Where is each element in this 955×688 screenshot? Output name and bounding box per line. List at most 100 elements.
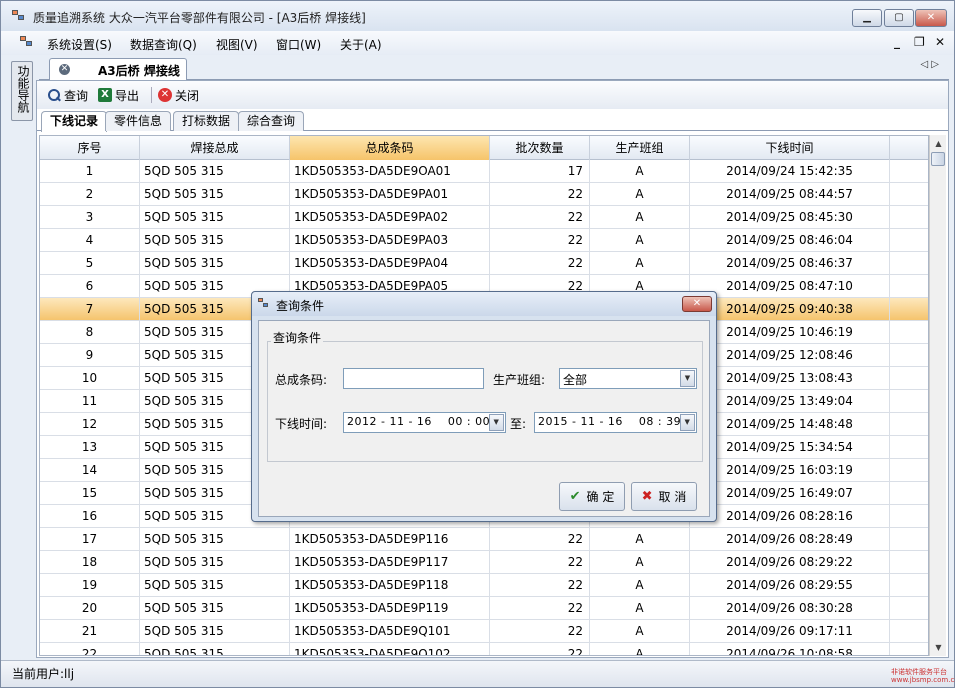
cell-offline-time[interactable]: 2014/09/25 13:08:43	[690, 367, 890, 390]
cell-batch-qty[interactable]: 22	[490, 597, 590, 620]
mdi-minimize-icon[interactable]: _	[894, 35, 900, 49]
cell-barcode[interactable]: 1KD505353-DA5DE9PA02	[290, 206, 490, 229]
cell-index[interactable]: 6	[40, 275, 140, 298]
barcode-input[interactable]	[343, 368, 484, 389]
ok-button[interactable]: ✔ 确 定	[559, 482, 625, 511]
cell-index[interactable]: 11	[40, 390, 140, 413]
table-row[interactable]: 22 5QD 505 315 1KD505353-DA5DE9Q102 22 A 2014…	[40, 643, 928, 655]
cell-barcode[interactable]: 1KD505353-DA5DE9PA04	[290, 252, 490, 275]
cell-batch-qty[interactable]: 17	[490, 160, 590, 183]
cell-team[interactable]: A	[590, 206, 690, 229]
table-row[interactable]: 1 5QD 505 315 1KD505353-DA5DE9OA01 17 A 2014/…	[40, 160, 928, 183]
menu-data-query[interactable]: 数据查询(Q)	[130, 36, 197, 53]
cell-team[interactable]: A	[590, 528, 690, 551]
cell-offline-time[interactable]: 2014/09/25 12:08:46	[690, 344, 890, 367]
cell-offline-time[interactable]: 2014/09/25 08:45:30	[690, 206, 890, 229]
function-navigation-tab[interactable]: 功能导航	[11, 61, 33, 121]
cell-index[interactable]: 12	[40, 413, 140, 436]
cancel-button[interactable]: ✖ 取 消	[631, 482, 697, 511]
cell-assembly[interactable]: 5QD 505 315	[140, 551, 290, 574]
cell-index[interactable]: 1	[40, 160, 140, 183]
cell-offline-time[interactable]: 2014/09/26 10:08:58	[690, 643, 890, 655]
table-row[interactable]: 17 5QD 505 315 1KD505353-DA5DE9P116 22 A 2014…	[40, 528, 928, 551]
cell-team[interactable]: A	[590, 252, 690, 275]
start-date-picker[interactable]: 2012 - 11 - 16 00 : 00 ▼	[343, 412, 506, 433]
menu-about[interactable]: 关于(A)	[340, 36, 382, 53]
menu-view[interactable]: 视图(V)	[216, 36, 258, 53]
cell-offline-time[interactable]: 2014/09/25 16:03:19	[690, 459, 890, 482]
cell-index[interactable]: 19	[40, 574, 140, 597]
cell-index[interactable]: 10	[40, 367, 140, 390]
minimize-button[interactable]: ▁	[852, 9, 882, 27]
cell-barcode[interactable]: 1KD505353-DA5DE9P116	[290, 528, 490, 551]
cell-index[interactable]: 13	[40, 436, 140, 459]
col-header-assembly[interactable]: 焊接总成	[140, 136, 290, 160]
col-header-batch-qty[interactable]: 批次数量	[490, 136, 590, 160]
col-header-offline-time[interactable]: 下线时间	[690, 136, 890, 160]
cell-batch-qty[interactable]: 22	[490, 252, 590, 275]
cell-offline-time[interactable]: 2014/09/24 15:42:35	[690, 160, 890, 183]
tab-offline-records[interactable]: 下线记录	[41, 111, 108, 132]
col-header-index[interactable]: 序号	[40, 136, 140, 160]
cell-index[interactable]: 9	[40, 344, 140, 367]
cell-batch-qty[interactable]: 22	[490, 574, 590, 597]
cell-index[interactable]: 2	[40, 183, 140, 206]
cell-index[interactable]: 22	[40, 643, 140, 655]
cell-team[interactable]: A	[590, 551, 690, 574]
cell-offline-time[interactable]: 2014/09/25 08:46:37	[690, 252, 890, 275]
grid-scrollbar[interactable]: ▲ ▼	[929, 135, 946, 656]
cell-offline-time[interactable]: 2014/09/26 08:28:16	[690, 505, 890, 528]
cell-offline-time[interactable]: 2014/09/26 08:30:28	[690, 597, 890, 620]
cell-barcode[interactable]: 1KD505353-DA5DE9P118	[290, 574, 490, 597]
scroll-down-icon[interactable]: ▼	[930, 639, 947, 656]
cell-barcode[interactable]: 1KD505353-DA5DE9Q101	[290, 620, 490, 643]
tab-marking-data[interactable]: 打标数据	[173, 111, 240, 131]
close-window-button[interactable]: ✕	[915, 9, 947, 27]
tab-part-info[interactable]: 零件信息	[105, 111, 172, 131]
chevron-down-icon[interactable]: ▼	[489, 414, 504, 431]
cell-barcode[interactable]: 1KD505353-DA5DE9P119	[290, 597, 490, 620]
cell-batch-qty[interactable]: 22	[490, 229, 590, 252]
cell-team[interactable]: A	[590, 597, 690, 620]
cell-index[interactable]: 4	[40, 229, 140, 252]
query-button[interactable]: 查询	[47, 87, 88, 103]
cell-team[interactable]: A	[590, 160, 690, 183]
col-header-team[interactable]: 生产班组	[590, 136, 690, 160]
table-row[interactable]: 20 5QD 505 315 1KD505353-DA5DE9P119 22 A 2014…	[40, 597, 928, 620]
cell-assembly[interactable]: 5QD 505 315	[140, 183, 290, 206]
cell-index[interactable]: 20	[40, 597, 140, 620]
dialog-title-bar[interactable]: 查询条件 ✕	[252, 292, 716, 316]
cell-index[interactable]: 16	[40, 505, 140, 528]
cell-assembly[interactable]: 5QD 505 315	[140, 574, 290, 597]
cell-offline-time[interactable]: 2014/09/25 15:34:54	[690, 436, 890, 459]
cell-offline-time[interactable]: 2014/09/25 09:40:38	[690, 298, 890, 321]
col-header-barcode[interactable]: 总成条码	[290, 136, 490, 160]
cell-barcode[interactable]: 1KD505353-DA5DE9PA01	[290, 183, 490, 206]
cell-barcode[interactable]: 1KD505353-DA5DE9OA01	[290, 160, 490, 183]
tab-scroll-arrows-icon[interactable]: ◁ ▷	[920, 59, 939, 70]
dialog-close-icon[interactable]: ✕	[682, 296, 712, 312]
mdi-document-icon[interactable]	[20, 36, 34, 48]
table-row[interactable]: 5 5QD 505 315 1KD505353-DA5DE9PA04 22 A 2014/…	[40, 252, 928, 275]
mdi-restore-icon[interactable]: ❐	[914, 35, 925, 49]
cell-index[interactable]: 21	[40, 620, 140, 643]
cell-index[interactable]: 5	[40, 252, 140, 275]
menu-window[interactable]: 窗口(W)	[276, 36, 321, 53]
cell-assembly[interactable]: 5QD 505 315	[140, 528, 290, 551]
cell-assembly[interactable]: 5QD 505 315	[140, 620, 290, 643]
table-row[interactable]: 21 5QD 505 315 1KD505353-DA5DE9Q101 22 A 2014…	[40, 620, 928, 643]
table-row[interactable]: 4 5QD 505 315 1KD505353-DA5DE9PA03 22 A 2014/…	[40, 229, 928, 252]
cell-batch-qty[interactable]: 22	[490, 206, 590, 229]
close-button[interactable]: ✕ 关闭	[158, 87, 199, 103]
cell-batch-qty[interactable]: 22	[490, 551, 590, 574]
scroll-up-icon[interactable]: ▲	[930, 135, 947, 152]
table-row[interactable]: 3 5QD 505 315 1KD505353-DA5DE9PA02 22 A 2014/…	[40, 206, 928, 229]
cell-index[interactable]: 17	[40, 528, 140, 551]
cell-index[interactable]: 14	[40, 459, 140, 482]
cell-barcode[interactable]: 1KD505353-DA5DE9P117	[290, 551, 490, 574]
mdi-close-icon[interactable]: ✕	[935, 35, 945, 49]
cell-team[interactable]: A	[590, 620, 690, 643]
cell-offline-time[interactable]: 2014/09/25 13:49:04	[690, 390, 890, 413]
cell-barcode[interactable]: 1KD505353-DA5DE9PA03	[290, 229, 490, 252]
cell-offline-time[interactable]: 2014/09/26 08:29:22	[690, 551, 890, 574]
